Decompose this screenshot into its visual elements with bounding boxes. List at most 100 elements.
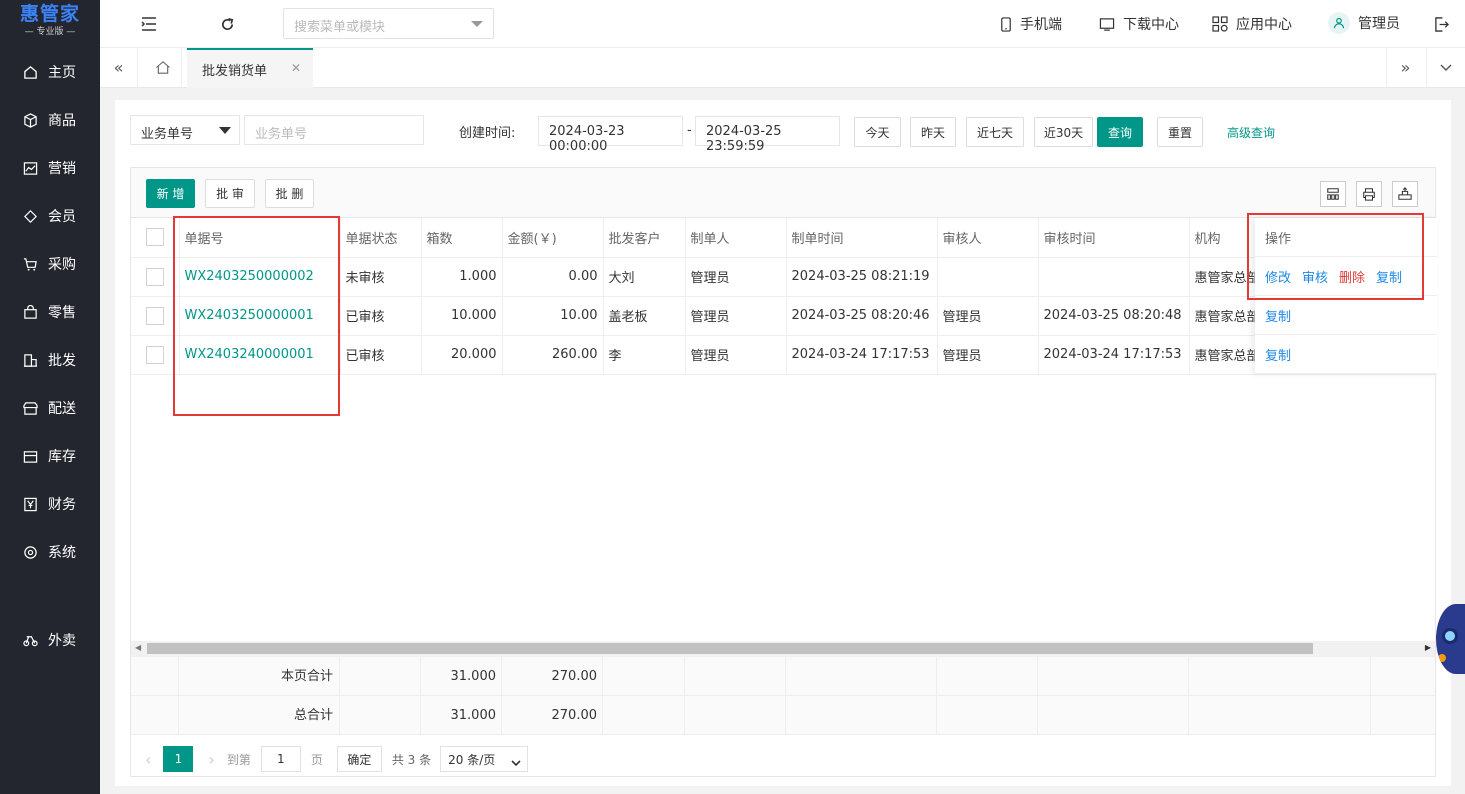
sidebar-item-finance[interactable]: 财务 <box>0 484 100 524</box>
col-audited-time[interactable]: 审核时间 <box>1038 218 1190 258</box>
prev-page-icon[interactable]: ‹ <box>145 750 151 769</box>
sidebar-item-inventory[interactable]: 库存 <box>0 436 100 476</box>
menu-search-input[interactable]: 搜索菜单或模块 <box>283 8 494 39</box>
edit-link[interactable]: 修改 <box>1265 267 1291 286</box>
tab-scroll-right-icon[interactable]: » <box>1386 48 1424 87</box>
page-total-amount: 270.00 <box>502 657 603 696</box>
user-name: 管理员 <box>1358 16 1400 32</box>
download-center-link[interactable]: 下载中心 <box>1099 14 1179 34</box>
amount-cell: 260.00 <box>502 335 604 375</box>
row-checkbox[interactable] <box>145 345 164 364</box>
doc-number-link[interactable]: WX2403250000002 <box>179 257 341 297</box>
audited-time-cell: 2024-03-25 08:20:48 <box>1038 296 1190 336</box>
page-unit-label: 页 <box>310 752 323 767</box>
tab-wholesale-sales[interactable]: 批发销货单 ✕ <box>187 48 313 88</box>
scroll-left-arrow-icon[interactable]: ◀ <box>135 643 141 652</box>
sidebar-item-delivery[interactable]: 配送 <box>0 388 100 428</box>
bag-icon <box>22 304 38 320</box>
query-button[interactable]: 查询 <box>1097 117 1143 147</box>
sidebar-item-purchase[interactable]: 采购 <box>0 244 100 284</box>
row-checkbox-cell[interactable] <box>131 296 180 336</box>
sidebar-item-label: 外卖 <box>48 633 76 649</box>
col-doc-no[interactable]: 单据号 <box>179 218 341 258</box>
add-button[interactable]: 新 增 <box>146 179 195 208</box>
last-thirty-days-button[interactable]: 近30天 <box>1034 117 1093 147</box>
page-size-select[interactable]: 20 条/页 <box>440 746 529 772</box>
customer-cell: 盖老板 <box>603 296 686 336</box>
operations-header: 操作 <box>1265 231 1292 247</box>
batch-delete-button[interactable]: 批 删 <box>265 179 314 208</box>
user-menu[interactable]: 管理员 <box>1328 12 1400 34</box>
sidebar-item-retail[interactable]: 零售 <box>0 292 100 332</box>
search-placeholder: 搜索菜单或模块 <box>294 20 386 35</box>
sidebar-item-goods[interactable]: 商品 <box>0 100 100 140</box>
export-icon[interactable] <box>1392 181 1418 207</box>
sidebar-item-home[interactable]: 主页 <box>0 52 100 92</box>
columns-icon[interactable] <box>1320 181 1346 207</box>
col-boxes[interactable]: 箱数 <box>421 218 503 258</box>
scroll-right-arrow-icon[interactable]: ▶ <box>1425 643 1431 652</box>
creator-cell: 管理员 <box>685 296 787 336</box>
col-customer[interactable]: 批发客户 <box>603 218 686 258</box>
row-checkbox[interactable] <box>145 306 164 325</box>
menu-collapse-icon[interactable] <box>137 12 161 36</box>
page-number-input[interactable]: 1 <box>260 746 301 772</box>
sidebar-item-takeout[interactable]: 外卖 <box>0 620 100 660</box>
sidebar-item-label: 库存 <box>48 449 76 465</box>
next-page-icon[interactable]: › <box>208 750 214 769</box>
mobile-link[interactable]: 手机端 <box>1000 14 1062 34</box>
scroll-thumb[interactable] <box>147 643 1313 654</box>
tab-home-icon[interactable] <box>144 48 182 87</box>
doc-number-link[interactable]: WX2403250000001 <box>179 296 341 336</box>
close-icon[interactable]: ✕ <box>291 61 301 75</box>
refresh-icon[interactable] <box>215 12 239 36</box>
logout-icon[interactable] <box>1429 12 1453 36</box>
tab-scroll-left-icon[interactable]: « <box>100 48 138 87</box>
created-time-cell: 2024-03-24 17:17:53 <box>786 335 938 375</box>
advanced-query-link[interactable]: 高级查询 <box>1227 124 1275 141</box>
copy-link[interactable]: 复制 <box>1265 345 1291 364</box>
amount-cell: 10.00 <box>502 296 604 336</box>
page-1-button[interactable]: 1 <box>163 746 194 772</box>
copy-link[interactable]: 复制 <box>1376 267 1402 286</box>
sidebar-item-marketing[interactable]: 营销 <box>0 148 100 188</box>
print-icon[interactable] <box>1356 181 1382 207</box>
sidebar-item-label: 采购 <box>48 257 76 273</box>
delete-link[interactable]: 删除 <box>1339 267 1365 286</box>
app-center-link[interactable]: 应用中心 <box>1212 14 1292 34</box>
yesterday-button[interactable]: 昨天 <box>910 117 956 147</box>
row-checkbox-cell[interactable] <box>131 257 180 297</box>
last-seven-days-button[interactable]: 近七天 <box>966 117 1024 147</box>
totals-section: 本页合计 31.000 270.00 总合计 31.000 270.00 <box>131 657 1435 735</box>
today-button[interactable]: 今天 <box>854 117 901 147</box>
reset-button[interactable]: 重置 <box>1157 117 1203 147</box>
date-from-input[interactable]: 2024-03-23 00:00:00 <box>538 116 683 154</box>
col-auditor[interactable]: 审核人 <box>937 218 1039 258</box>
sidebar-item-wholesale[interactable]: 批发 <box>0 340 100 380</box>
chevron-down-icon <box>511 756 521 770</box>
copy-link[interactable]: 复制 <box>1265 306 1291 325</box>
audit-link[interactable]: 审核 <box>1302 267 1328 286</box>
sidebar-item-label: 会员 <box>48 209 76 225</box>
goto-confirm-button[interactable]: 确定 <box>336 746 382 772</box>
select-all-checkbox-cell[interactable] <box>131 218 180 258</box>
date-to-input[interactable]: 2024-03-25 23:59:59 <box>695 116 840 154</box>
doc-number-input[interactable]: 业务单号 <box>244 115 424 145</box>
tab-menu-chevron-icon[interactable] <box>1426 48 1464 87</box>
col-status[interactable]: 单据状态 <box>340 218 422 258</box>
col-amount[interactable]: 金额(￥) <box>502 218 604 258</box>
batch-audit-button[interactable]: 批 审 <box>205 179 255 208</box>
horizontal-scrollbar[interactable]: ◀ ▶ <box>131 641 1435 657</box>
doc-number-link[interactable]: WX2403240000001 <box>179 335 341 375</box>
creator-cell: 管理员 <box>685 335 787 375</box>
sidebar-item-system[interactable]: 系统 <box>0 532 100 572</box>
col-created-time[interactable]: 制单时间 <box>786 218 938 258</box>
row-checkbox[interactable] <box>145 267 164 286</box>
orders-table: 单据号 单据状态 箱数 金额(￥) 批发客户 制单人 制单时间 审核人 审核时间… <box>131 218 1436 375</box>
doc-type-select[interactable]: 业务单号 <box>130 115 240 145</box>
sidebar-item-member[interactable]: 会员 <box>0 196 100 236</box>
row-checkbox-cell[interactable] <box>131 335 180 375</box>
col-creator[interactable]: 制单人 <box>685 218 787 258</box>
row-actions: 复制 <box>1255 335 1437 374</box>
select-all-checkbox[interactable] <box>145 228 164 247</box>
